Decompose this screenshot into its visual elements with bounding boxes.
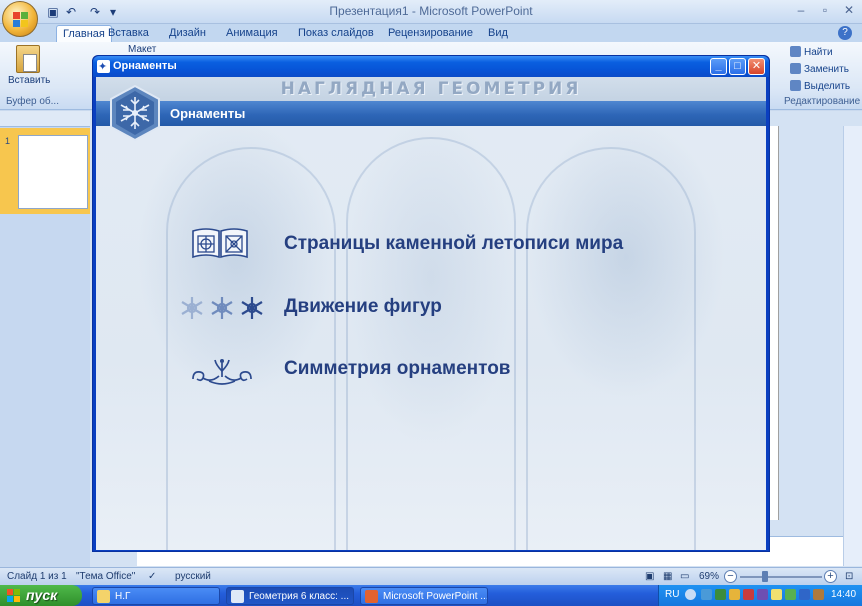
tab-view[interactable]: Вид	[482, 25, 514, 42]
windows-flag-icon	[7, 589, 21, 602]
start-label: пуск	[26, 587, 58, 603]
ornaments-window-title: Орнаменты	[113, 60, 177, 72]
course-title: НАГЛЯДНАЯ ГЕОМЕТРИЯ	[280, 79, 582, 99]
section-title: Орнаменты	[170, 106, 246, 121]
ornaments-window-titlebar: Орнаменты _ □ ✕	[93, 56, 769, 78]
paste-button[interactable]: Вставить	[8, 45, 51, 86]
zoom-percent[interactable]: 69%	[699, 571, 719, 582]
ornaments-window: Орнаменты _ □ ✕ НАГЛЯДНАЯ ГЕОМЕТРИЯ Орна…	[92, 55, 770, 552]
zoom-in-icon[interactable]: +	[824, 570, 837, 583]
background-arch-center	[346, 137, 516, 550]
binoculars-icon	[790, 46, 801, 57]
tray-arrow-icon[interactable]	[685, 589, 696, 600]
menu-item-stone-chronicle[interactable]: Страницы каменной летописи мира	[284, 227, 623, 261]
background-arch-left	[166, 147, 336, 550]
start-button[interactable]: пуск	[0, 585, 82, 606]
normal-view-icon[interactable]: ▣	[645, 571, 654, 582]
replace-button[interactable]: Заменить	[790, 63, 849, 75]
taskbar-item-folder[interactable]: Н.Г	[92, 587, 220, 605]
slideshow-view-icon[interactable]: ▭	[680, 571, 689, 582]
tab-design[interactable]: Дизайн	[163, 25, 212, 42]
folder-icon	[97, 590, 110, 603]
ornaments-app-icon	[231, 590, 244, 603]
tab-animation[interactable]: Анимация	[220, 25, 284, 42]
zoom-slider[interactable]	[740, 576, 822, 578]
window-maximize-icon[interactable]: □	[729, 58, 746, 75]
powerpoint-titlebar: ▣ ↶ ↷ ▾ Презентация1 - Microsoft PowerPo…	[0, 0, 862, 24]
ribbon-tab-strip: Главная Вставка Дизайн Анимация Показ сл…	[0, 24, 862, 42]
security-icon[interactable]	[715, 589, 726, 600]
snowflake-emblem-icon	[110, 85, 160, 141]
window-minimize-icon[interactable]: _	[710, 58, 727, 75]
menu-item-ornament-symmetry[interactable]: Симметрия орнаментов	[284, 352, 510, 386]
slides-panel-tabs[interactable]	[0, 111, 90, 127]
office-logo-icon	[13, 12, 29, 28]
replace-icon	[790, 63, 801, 74]
tray-app-icon-3[interactable]	[771, 589, 782, 600]
office-button[interactable]	[2, 1, 38, 37]
help-icon[interactable]: ?	[838, 26, 852, 40]
vertical-scrollbar[interactable]	[843, 126, 862, 566]
book-ornament-icon[interactable]	[190, 227, 250, 261]
sorter-view-icon[interactable]: ▦	[663, 571, 672, 582]
menu-item-figure-motion[interactable]: Движение фигур	[284, 290, 442, 324]
language-indicator: русский	[175, 571, 211, 582]
minimize-icon[interactable]: –	[790, 3, 812, 19]
system-tray: RU 14:40	[658, 585, 862, 606]
clock: 14:40	[831, 589, 857, 600]
layout-button[interactable]: Макет	[128, 44, 156, 55]
select-button[interactable]: Выделить	[790, 80, 850, 92]
slide-thumbnail[interactable]	[18, 135, 88, 209]
close-icon[interactable]: ✕	[838, 3, 860, 19]
antivirus-icon[interactable]	[743, 589, 754, 600]
flourish-ornament-icon[interactable]	[189, 357, 255, 387]
theme-name: "Тема Office"	[76, 571, 136, 582]
tab-review[interactable]: Рецензирование	[382, 25, 479, 42]
clipboard-icon	[16, 45, 40, 73]
paste-label: Вставить	[8, 75, 51, 86]
status-bar: Слайд 1 из 1 "Тема Office" ✓ русский ▣ ▦…	[0, 567, 862, 585]
editing-group-label: Редактирование	[784, 96, 861, 107]
taskbar: пуск Н.Г Геометрия 6 класс: ... Microsof…	[0, 585, 862, 606]
tray-app-icon[interactable]	[729, 589, 740, 600]
maximize-icon[interactable]: ▫	[814, 3, 836, 19]
tab-insert[interactable]: Вставка	[102, 25, 155, 42]
tray-app-icon-2[interactable]	[757, 589, 768, 600]
volume-icon[interactable]	[799, 589, 810, 600]
network-icon[interactable]	[701, 589, 712, 600]
clipboard-group-label: Буфер об...	[6, 96, 59, 107]
slide-counter: Слайд 1 из 1	[7, 571, 67, 582]
language-indicator[interactable]: RU	[665, 589, 679, 600]
tab-slideshow[interactable]: Показ слайдов	[292, 25, 380, 42]
snowflake-motion-icon[interactable]	[178, 292, 266, 324]
slide-canvas[interactable]	[769, 126, 779, 520]
taskbar-item-powerpoint[interactable]: Microsoft PowerPoint ...	[360, 587, 488, 605]
tray-app-icon-5[interactable]	[813, 589, 824, 600]
find-button[interactable]: Найти	[790, 46, 833, 58]
cursor-icon	[790, 80, 801, 91]
powerpoint-window-title: Презентация1 - Microsoft PowerPoint	[329, 4, 533, 18]
background-arch-right	[526, 147, 696, 550]
window-close-icon[interactable]: ✕	[748, 58, 765, 75]
ornaments-app-icon	[97, 57, 110, 78]
fit-window-icon[interactable]: ⊡	[845, 571, 853, 582]
thumbnail-number: 1	[5, 136, 11, 146]
tray-app-icon-4[interactable]	[785, 589, 796, 600]
powerpoint-icon	[365, 590, 378, 603]
zoom-slider-thumb[interactable]	[762, 571, 768, 582]
zoom-out-icon[interactable]: −	[724, 570, 737, 583]
ornaments-content: НАГЛЯДНАЯ ГЕОМЕТРИЯ Орнаменты Страницы к…	[96, 77, 766, 550]
spellcheck-icon[interactable]: ✓	[148, 571, 156, 582]
taskbar-item-geometry[interactable]: Геометрия 6 класс: ...	[226, 587, 354, 605]
